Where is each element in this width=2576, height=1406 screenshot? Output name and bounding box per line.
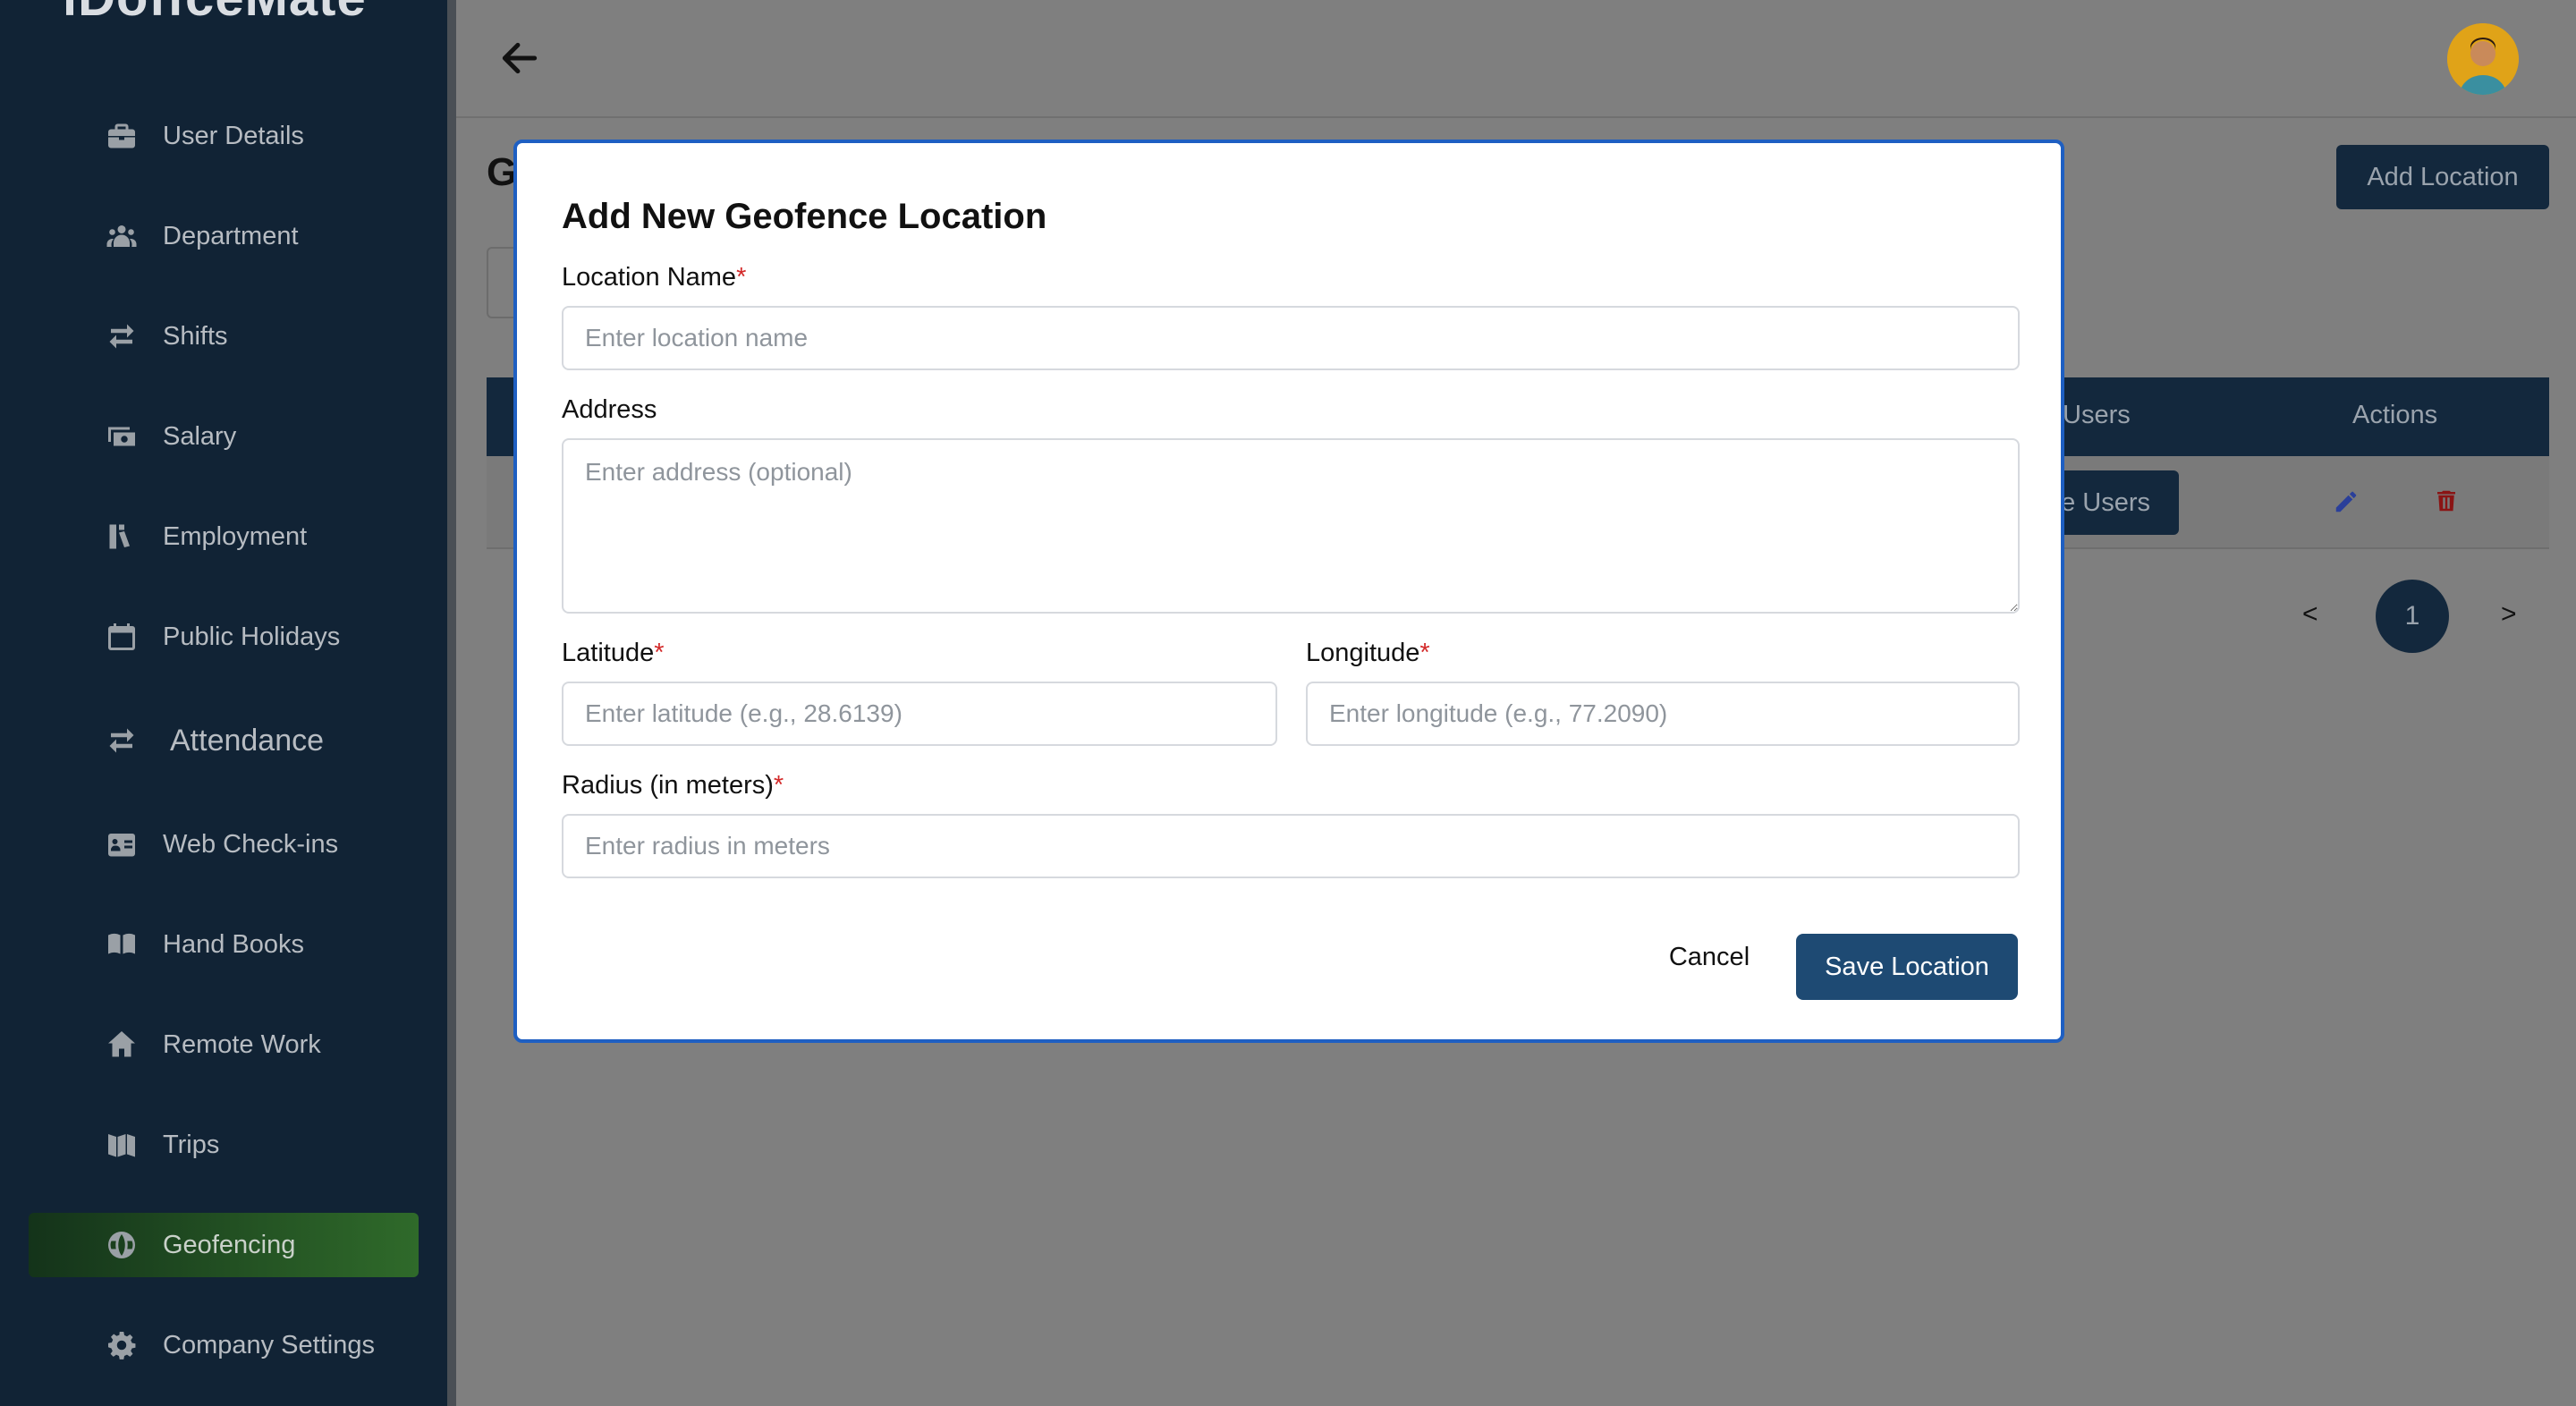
sidebar-item-hand-books[interactable]: Hand Books <box>29 912 419 977</box>
sidebar-item-label: Employment <box>163 521 308 551</box>
map-icon <box>104 1127 140 1163</box>
sidebar: iDoffceMate User Details Department Shif… <box>0 0 447 1406</box>
sidebar-item-label: Trips <box>163 1130 220 1159</box>
latitude-input[interactable] <box>562 682 1277 746</box>
sidebar-item-public-holidays[interactable]: Public Holidays <box>29 605 419 669</box>
globe-icon <box>104 1227 140 1263</box>
swap-arrows-icon <box>104 318 140 354</box>
sidebar-item-label: Salary <box>163 421 237 451</box>
latitude-label: Latitude* <box>562 639 665 668</box>
longitude-label-text: Longitude <box>1306 639 1420 667</box>
location-name-label: Location Name* <box>562 263 746 292</box>
required-marker: * <box>1419 639 1430 667</box>
sidebar-item-label: Attendance <box>170 723 325 758</box>
sidebar-item-trips[interactable]: Trips <box>29 1113 419 1177</box>
save-location-button[interactable]: Save Location <box>1796 934 2018 1000</box>
pagination-prev[interactable]: < <box>2302 599 2318 630</box>
home-icon <box>104 1027 140 1063</box>
back-arrow-icon[interactable] <box>497 36 542 80</box>
sidebar-item-label: User Details <box>163 121 304 150</box>
cancel-button[interactable]: Cancel <box>1651 925 1767 989</box>
column-header-users: Users <box>2063 401 2131 429</box>
sidebar-item-label: Remote Work <box>163 1029 321 1059</box>
users-icon <box>104 218 140 254</box>
sidebar-scrollbar[interactable] <box>447 0 456 1406</box>
sidebar-item-salary[interactable]: Salary <box>29 404 419 469</box>
required-marker: * <box>654 639 665 667</box>
sidebar-item-label: Department <box>163 221 299 250</box>
required-marker: * <box>736 263 747 292</box>
location-name-label-text: Location Name <box>562 263 737 292</box>
sidebar-item-label: Public Holidays <box>163 622 341 651</box>
required-marker: * <box>773 771 784 800</box>
sidebar-item-label: Hand Books <box>163 929 304 959</box>
radius-label: Radius (in meters)* <box>562 771 784 800</box>
briefcase-icon <box>104 118 140 154</box>
employment-icon <box>104 519 140 555</box>
sidebar-item-label: Web Check-ins <box>163 829 339 859</box>
book-icon <box>104 927 140 962</box>
sidebar-item-label: Shifts <box>163 321 228 351</box>
sidebar-item-label: Company Settings <box>163 1330 375 1359</box>
sidebar-item-department[interactable]: Department <box>29 204 419 268</box>
add-geofence-modal: Add New Geofence Location Location Name*… <box>513 140 2064 1043</box>
pagination-next[interactable]: > <box>2501 599 2517 630</box>
sidebar-item-label: Geofencing <box>163 1230 296 1259</box>
app-logo: iDoffceMate <box>63 0 367 28</box>
top-bar <box>456 0 2576 118</box>
sidebar-item-web-check-ins[interactable]: Web Check-ins <box>29 812 419 877</box>
pagination-page-current[interactable]: 1 <box>2376 580 2449 653</box>
location-name-input[interactable] <box>562 306 2020 370</box>
longitude-label: Longitude* <box>1306 639 1430 668</box>
sidebar-item-remote-work[interactable]: Remote Work <box>29 1012 419 1077</box>
address-label: Address <box>562 395 657 424</box>
address-textarea[interactable] <box>562 438 2020 614</box>
latitude-label-text: Latitude <box>562 639 655 667</box>
sidebar-item-shifts[interactable]: Shifts <box>29 304 419 368</box>
sidebar-item-user-details[interactable]: User Details <box>29 104 419 168</box>
edit-icon[interactable] <box>2333 488 2360 515</box>
sidebar-item-geofencing[interactable]: Geofencing <box>29 1213 419 1277</box>
sidebar-item-company-settings[interactable]: Company Settings <box>29 1313 419 1377</box>
radius-input[interactable] <box>562 814 2020 878</box>
money-icon <box>104 419 140 454</box>
swap-arrows-icon <box>104 723 140 758</box>
delete-icon[interactable] <box>2433 487 2460 515</box>
avatar[interactable] <box>2447 23 2519 95</box>
column-header-actions: Actions <box>2352 401 2438 429</box>
modal-title: Add New Geofence Location <box>562 197 1047 236</box>
radius-label-text: Radius (in meters) <box>562 771 774 800</box>
longitude-input[interactable] <box>1306 682 2020 746</box>
sidebar-item-attendance[interactable]: Attendance <box>29 708 419 773</box>
gear-icon <box>104 1327 140 1363</box>
add-location-button[interactable]: Add Location <box>2336 145 2549 209</box>
calendar-icon <box>104 619 140 655</box>
id-card-icon <box>104 826 140 862</box>
sidebar-item-employment[interactable]: Employment <box>29 504 419 569</box>
